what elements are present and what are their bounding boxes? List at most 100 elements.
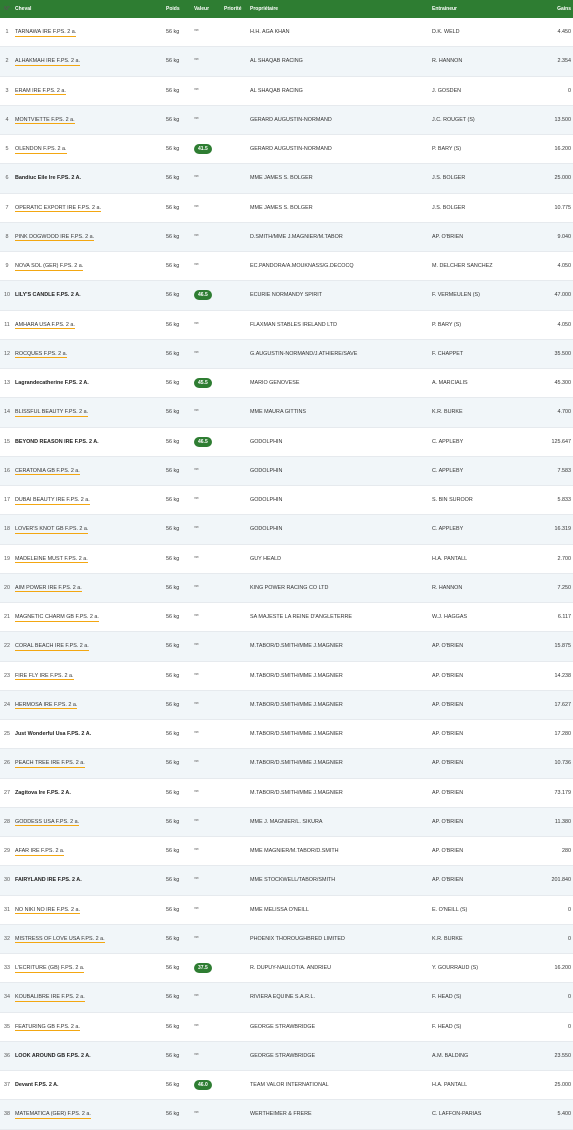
horse-name[interactable]: PEACH TREE IRE F.PS. 2 a. xyxy=(15,760,85,768)
horse-cell: AFAR IRE F.PS. 2 a. xyxy=(12,837,163,866)
horse-name[interactable]: TARNAWA IRE F.PS. 2 a. xyxy=(15,29,77,37)
table-row[interactable]: 2 ALHAKMAH IRE F.PS. 2 a. 56 kg *** AL SHAQA… xyxy=(0,46,573,76)
horse-name[interactable]: FEATURING GB F.PS. 2 a. xyxy=(15,1023,80,1032)
weight-cell: 56 kg xyxy=(166,935,180,942)
table-row[interactable]: 27 Zagitova Ire F.PS. 2 A. 56 kg *** M.TABOR… xyxy=(0,778,573,808)
table-row[interactable]: 30 FAIRYLAND IRE F.PS. 2 A. 56 kg *** MME ST… xyxy=(0,865,573,895)
table-row[interactable]: 36 LOOK AROUND GB F.PS. 2 A. 56 kg *** GEORG… xyxy=(0,1041,573,1071)
horse-name[interactable]: OPERATIC EXPORT IRE F.PS. 2 a. xyxy=(15,204,101,213)
priority-cell xyxy=(221,866,247,895)
table-row[interactable]: 28 GODDESS USA F.PS. 2 a. 56 kg *** MME J. M… xyxy=(0,807,573,837)
table-row[interactable]: 4 MONTVIETTE F.PS. 2 a. 56 kg *** GERARD AUG… xyxy=(0,105,573,135)
table-row[interactable]: 10 LILY'S CANDLE F.PS. 2 A. 56 kg 46.5 ECURI… xyxy=(0,280,573,310)
gains-cell: 7.583 xyxy=(557,467,572,474)
table-row[interactable]: 6 Bandiuc Eile Ire F.PS. 2 A. 56 kg *** MME … xyxy=(0,163,573,193)
table-row[interactable]: 25 Just Wonderful Usa F.PS. 2 A. 56 kg *** M… xyxy=(0,719,573,749)
table-row[interactable]: 37 Devant F.PS. 2 A. 56 kg 46.0 TEAM VALOR I… xyxy=(0,1070,573,1100)
table-row[interactable]: 3 ERAM IRE F.PS. 2 a. 56 kg *** AL SHAQAB RA… xyxy=(0,76,573,106)
table-row[interactable]: 16 CERATONIA GB F.PS. 2 a. 56 kg *** GODOLPH… xyxy=(0,456,573,486)
table-row[interactable]: 33 L'ECRITURE (GB) F.PS. 2 a. 56 kg 37.5 R. … xyxy=(0,953,573,983)
table-row[interactable]: 21 MAGNETIC CHARM GB F.PS. 2 a. 56 kg *** SA… xyxy=(0,602,573,632)
table-row[interactable]: 35 FEATURING GB F.PS. 2 a. 56 kg *** GEORGE … xyxy=(0,1012,573,1042)
col-horse-header[interactable]: Cheval xyxy=(12,0,163,18)
col-priority-header[interactable]: Priorité xyxy=(221,0,247,18)
horse-name[interactable]: NO NIKI NO IRE F.PS. 2 a. xyxy=(15,906,81,915)
priority-cell xyxy=(221,544,247,573)
col-weight-header[interactable]: Poids xyxy=(163,0,191,18)
gains-cell: 125.647 xyxy=(551,438,572,445)
table-row[interactable]: 15 BEYOND REASON IRE F.PS. 2 A. 56 kg 46.5 G… xyxy=(0,427,573,457)
valeur-stars: *** xyxy=(194,350,199,357)
table-row[interactable]: 13 Lagrandecatherine F.PS. 2 A. 56 kg 45.5 M… xyxy=(0,368,573,398)
horse-cell: MAGNETIC CHARM GB F.PS. 2 a. xyxy=(12,603,163,632)
table-row[interactable]: 12 ROCQUES F.PS. 2 a. 56 kg *** G.AUGUSTIN-N… xyxy=(0,339,573,369)
col-valeur-header[interactable]: Valeur xyxy=(191,0,221,18)
table-row[interactable]: 7 OPERATIC EXPORT IRE F.PS. 2 a. 56 kg *** M… xyxy=(0,193,573,223)
valeur-stars: *** xyxy=(194,672,199,679)
trainer-cell: C. APPLEBY xyxy=(432,526,464,533)
horse-name[interactable]: FIRE FLY IRE F.PS. 2 a. xyxy=(15,672,74,681)
horse-name[interactable]: HERMOSA IRE F.PS. 2 a. xyxy=(15,701,78,710)
weight-cell: 56 kg xyxy=(166,87,180,94)
table-row[interactable]: 26 PEACH TREE IRE F.PS. 2 a. 56 kg *** M.TAB… xyxy=(0,748,573,778)
col-trainer-header[interactable]: Entraineur xyxy=(429,0,536,18)
table-row[interactable]: 38 MATEMATICA (GER) F.PS. 2 a. 56 kg *** WER… xyxy=(0,1099,573,1129)
horse-name[interactable]: CERATONIA GB F.PS. 2 a. xyxy=(15,467,80,476)
table-row[interactable]: 31 NO NIKI NO IRE F.PS. 2 a. 56 kg *** MME M… xyxy=(0,895,573,925)
trainer-cell: AP. O'BRIEN xyxy=(432,789,464,796)
table-row[interactable]: 19 MADELEINE MUST F.PS. 2 a. 56 kg *** GUY H… xyxy=(0,544,573,574)
horse-name[interactable]: AIM POWER IRE F.PS. 2 a. xyxy=(15,584,82,593)
weight-cell: 56 kg xyxy=(166,263,180,270)
col-gains-header[interactable]: Gains xyxy=(536,0,573,18)
horse-name[interactable]: ERAM IRE F.PS. 2 a. xyxy=(15,87,66,96)
table-row[interactable]: 5 OLENDON F.PS. 2 a. 56 kg 41.5 GERARD AUGUS… xyxy=(0,134,573,164)
horse-name[interactable]: MATEMATICA (GER) F.PS. 2 a. xyxy=(15,1111,91,1119)
horse-name[interactable]: ALHAKMAH IRE F.PS. 2 a. xyxy=(15,58,81,66)
horse-name[interactable]: MAGNETIC CHARM GB F.PS. 2 a. xyxy=(15,614,99,622)
horse-name[interactable]: KOUBALIBRE IRE F.PS. 2 a. xyxy=(15,994,85,1002)
owner-cell: GODOLPHIN xyxy=(250,526,283,533)
table-row[interactable]: 20 AIM POWER IRE F.PS. 2 a. 56 kg *** KING P… xyxy=(0,573,573,603)
table-row[interactable]: 34 KOUBALIBRE IRE F.PS. 2 a. 56 kg *** RIVIE… xyxy=(0,982,573,1012)
horse-name[interactable]: MISTRESS OF LOVE USA F.PS. 2 a. xyxy=(15,935,105,944)
owner-cell: ECURIE NORMANDY SPIRIT xyxy=(250,292,323,299)
horse-name[interactable]: ROCQUES F.PS. 2 a. xyxy=(15,350,68,359)
owner-cell: GODOLPHIN xyxy=(250,497,283,504)
weight-cell: 56 kg xyxy=(166,409,180,416)
horse-name[interactable]: AMHARA USA F.PS. 2 a. xyxy=(15,321,75,330)
table-row[interactable]: 22 CORAL BEACH IRE F.PS. 2 a. 56 kg *** M.TA… xyxy=(0,631,573,661)
horse-name[interactable]: NOVA SOL (GER) F.PS. 2 a. xyxy=(15,263,84,271)
horse-name[interactable]: PINK DOGWOOD IRE F.PS. 2 a. xyxy=(15,233,95,242)
table-row[interactable]: 32 MISTRESS OF LOVE USA F.PS. 2 a. 56 kg **… xyxy=(0,924,573,954)
horse-name[interactable]: LOVER'S KNOT GB F.PS. 2 a. xyxy=(15,526,89,534)
col-owner-header[interactable]: Propriétaire xyxy=(247,0,429,18)
horse-name[interactable]: MADELEINE MUST F.PS. 2 a. xyxy=(15,555,88,564)
table-row[interactable]: 17 DUBAI BEAUTY IRE F.PS. 2 a. 56 kg *** GOD… xyxy=(0,485,573,515)
horse-name[interactable]: DUBAI BEAUTY IRE F.PS. 2 a. xyxy=(15,497,90,505)
horse-name[interactable]: CORAL BEACH IRE F.PS. 2 a. xyxy=(15,643,89,651)
owner-cell: M.TABOR/D.SMITH/MME J.MAGNIER xyxy=(250,760,343,767)
trainer-cell: A.M. BALDING xyxy=(432,1052,469,1059)
table-row[interactable]: 11 AMHARA USA F.PS. 2 a. 56 kg *** FLAXMAN S… xyxy=(0,310,573,340)
gains-cell: 47.000 xyxy=(554,292,572,299)
table-row[interactable]: 29 AFAR IRE F.PS. 2 a. 56 kg *** MME MAGNIER… xyxy=(0,836,573,866)
priority-cell xyxy=(221,954,247,983)
table-row[interactable]: 9 NOVA SOL (GER) F.PS. 2 a. 56 kg *** EC.PAN… xyxy=(0,251,573,281)
table-row[interactable]: 14 BLISSFUL BEAUTY F.PS. 2 a. 56 kg *** MME … xyxy=(0,397,573,427)
horse-name: Zagitova Ire F.PS. 2 A. xyxy=(15,789,71,796)
horse-name[interactable]: GODDESS USA F.PS. 2 a. xyxy=(15,818,80,827)
horse-name[interactable]: BLISSFUL BEAUTY F.PS. 2 a. xyxy=(15,409,89,417)
horse-cell: Devant F.PS. 2 A. xyxy=(12,1071,163,1100)
trainer-cell: E. O'NEILL (S) xyxy=(432,906,468,913)
table-row[interactable]: 23 FIRE FLY IRE F.PS. 2 a. 56 kg *** M.TABOR… xyxy=(0,661,573,691)
horse-name[interactable]: AFAR IRE F.PS. 2 a. xyxy=(15,848,65,856)
row-number: 27 xyxy=(4,789,10,796)
horse-name[interactable]: L'ECRITURE (GB) F.PS. 2 a. xyxy=(15,965,85,973)
table-row[interactable]: 24 HERMOSA IRE F.PS. 2 a. 56 kg *** M.TABOR/… xyxy=(0,690,573,720)
horse-name[interactable]: MONTVIETTE F.PS. 2 a. xyxy=(15,116,75,125)
table-row[interactable]: 1 TARNAWA IRE F.PS. 2 a. 56 kg *** H.H. AGA … xyxy=(0,18,573,47)
table-row[interactable]: 8 PINK DOGWOOD IRE F.PS. 2 a. 56 kg *** D.SM… xyxy=(0,222,573,252)
horse-name[interactable]: OLENDON F.PS. 2 a. xyxy=(15,146,67,154)
weight-cell: 56 kg xyxy=(166,1111,180,1118)
table-row[interactable]: 18 LOVER'S KNOT GB F.PS. 2 a. 56 kg *** GODO… xyxy=(0,514,573,544)
